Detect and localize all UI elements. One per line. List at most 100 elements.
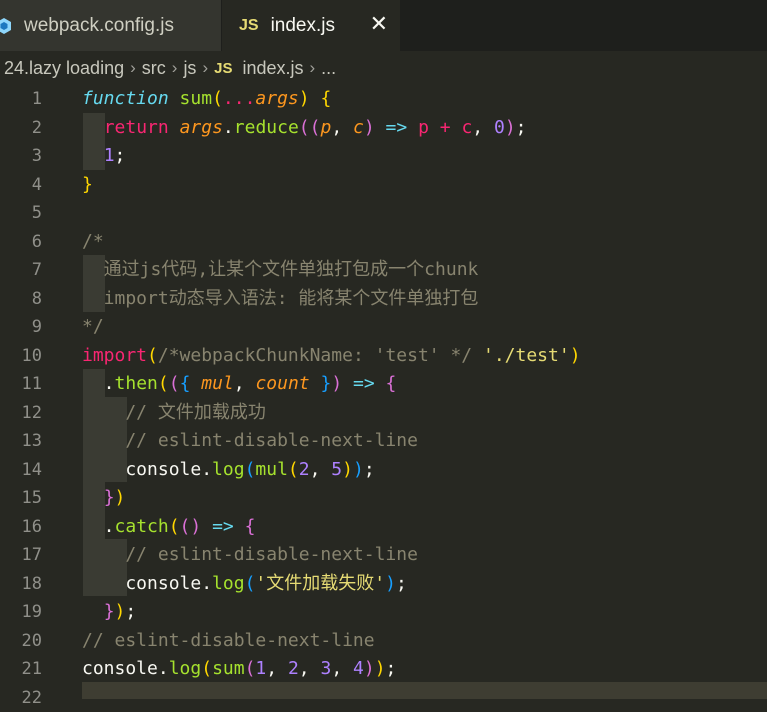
code-token: } <box>103 601 115 622</box>
code-token: 5 <box>331 458 343 480</box>
line-number: 17 <box>21 545 42 565</box>
code-editor[interactable]: 1 function sum(...args) {2 return args.re… <box>0 85 767 708</box>
tab-index-js[interactable]: JS index.js ✕ <box>222 0 400 51</box>
code-text: return args.reduce((p, c) => p + c, 0); <box>82 114 527 142</box>
breadcrumb-file[interactable]: index.js <box>242 58 303 79</box>
code-token: ) <box>352 458 364 480</box>
code-token: // eslint-disable-next-line <box>82 544 418 565</box>
code-token: } <box>103 487 115 508</box>
code-token: , <box>331 116 354 138</box>
code-line[interactable]: 19 }); <box>0 598 767 626</box>
code-text: console.log(sum(1, 2, 3, 4)); <box>82 655 396 683</box>
code-token: () <box>179 515 202 537</box>
code-token: , <box>472 116 494 138</box>
code-token: } <box>320 373 332 394</box>
chevron-right-icon: › <box>171 58 178 77</box>
code-token: import <box>82 344 148 366</box>
breadcrumb-folder[interactable]: 24.lazy loading <box>4 58 124 79</box>
code-token: function <box>82 88 169 109</box>
code-line[interactable]: 14 console.log(mul(2, 5)); <box>0 456 767 484</box>
code-token: ) <box>114 601 126 622</box>
code-token: reduce <box>233 116 299 138</box>
code-line[interactable]: 5 <box>0 199 767 227</box>
js-icon: JS <box>214 59 233 77</box>
code-token: log <box>212 458 245 480</box>
code-token: import动态导入语法: 能将某个文件单独打包 <box>82 287 479 309</box>
code-token: { <box>179 373 191 394</box>
code-token: 2 <box>298 458 310 480</box>
code-line[interactable]: 11 .then(({ mul, count }) => { <box>0 370 767 398</box>
tab-label: index.js <box>270 14 335 36</box>
code-line[interactable]: 20 // eslint-disable-next-line <box>0 627 767 655</box>
breadcrumb-folder[interactable]: src <box>142 58 166 79</box>
code-line[interactable]: 22 <box>0 684 767 712</box>
code-token: c <box>353 116 364 138</box>
code-line[interactable]: 18 console.log('文件加载失败'); <box>0 570 767 598</box>
code-line[interactable]: 6 /* <box>0 228 767 256</box>
code-line[interactable]: 4} <box>0 171 767 199</box>
line-number: 20 <box>21 630 42 651</box>
code-line[interactable]: 12 // 文件加载成功 <box>0 399 767 427</box>
code-token: catch <box>114 515 169 537</box>
code-line[interactable]: 7 通过js代码,让某个文件单独打包成一个chunk <box>0 256 767 284</box>
code-line[interactable]: 17 // eslint-disable-next-line <box>0 541 767 569</box>
code-text: // eslint-disable-next-line <box>82 541 418 569</box>
code-token: , <box>233 373 256 394</box>
tab-label: webpack.config.js <box>24 14 174 36</box>
code-text: }) <box>82 484 126 512</box>
code-line[interactable]: 16 .catch(() => { <box>0 513 767 541</box>
code-line[interactable]: 13 // eslint-disable-next-line <box>0 427 767 455</box>
code-token: then <box>114 373 158 394</box>
code-token: // eslint-disable-next-line <box>82 430 418 451</box>
line-number: 22 <box>21 687 42 708</box>
code-line[interactable]: 15 }) <box>0 484 767 512</box>
tab-webpack-config[interactable]: webpack.config.js <box>0 0 221 51</box>
code-text: // 文件加载成功 <box>82 399 266 427</box>
code-token: ) <box>363 116 375 138</box>
code-token: 4 <box>353 658 364 679</box>
code-text: console.log('文件加载失败'); <box>82 570 406 598</box>
code-token: /*webpackChunkName: 'test' */ <box>157 344 473 366</box>
code-token: => <box>212 515 234 537</box>
code-text: import(/*webpackChunkName: 'test' */ './… <box>82 342 581 370</box>
chevron-right-icon: › <box>309 58 316 77</box>
code-line[interactable]: 9 */ <box>0 313 767 341</box>
code-token: ( <box>244 572 256 594</box>
code-line[interactable]: 10 import(/*webpackChunkName: 'test' */ '… <box>0 342 767 370</box>
code-token: 1 <box>255 658 267 679</box>
code-line[interactable]: 3 1; <box>0 142 767 170</box>
line-number: 2 <box>31 117 42 138</box>
code-line[interactable]: 21 console.log(sum(1, 2, 3, 4)); <box>0 655 767 683</box>
close-icon[interactable]: ✕ <box>370 12 388 36</box>
code-token: ; <box>125 601 137 622</box>
code-token: ) <box>298 88 310 109</box>
code-line[interactable]: 1 function sum(...args) { <box>0 85 767 113</box>
code-token: ) <box>385 572 396 594</box>
code-token: => <box>353 373 375 394</box>
code-token: p <box>418 116 429 138</box>
code-token: ( <box>201 658 213 679</box>
code-line[interactable]: 2 return args.reduce((p, c) => p + c, 0)… <box>0 114 767 142</box>
code-token: // eslint-disable-next-line <box>82 629 375 651</box>
breadcrumb-symbol[interactable]: ... <box>321 58 336 79</box>
line-number: 16 <box>21 516 42 537</box>
line-number: 6 <box>31 231 42 252</box>
code-text: } <box>82 171 93 199</box>
code-text: */ <box>82 313 104 341</box>
breadcrumb-folder[interactable]: js <box>183 58 196 79</box>
code-text: 通过js代码,让某个文件单独打包成一个chunk <box>82 256 479 284</box>
code-token: { <box>385 373 397 394</box>
code-token: log <box>212 572 245 594</box>
code-token: log <box>168 658 202 679</box>
webpack-icon <box>0 17 12 34</box>
code-text: .catch(() => { <box>82 513 256 541</box>
code-text: .then(({ mul, count }) => { <box>82 370 397 398</box>
code-line[interactable]: 8 import动态导入语法: 能将某个文件单独打包 <box>0 285 767 313</box>
